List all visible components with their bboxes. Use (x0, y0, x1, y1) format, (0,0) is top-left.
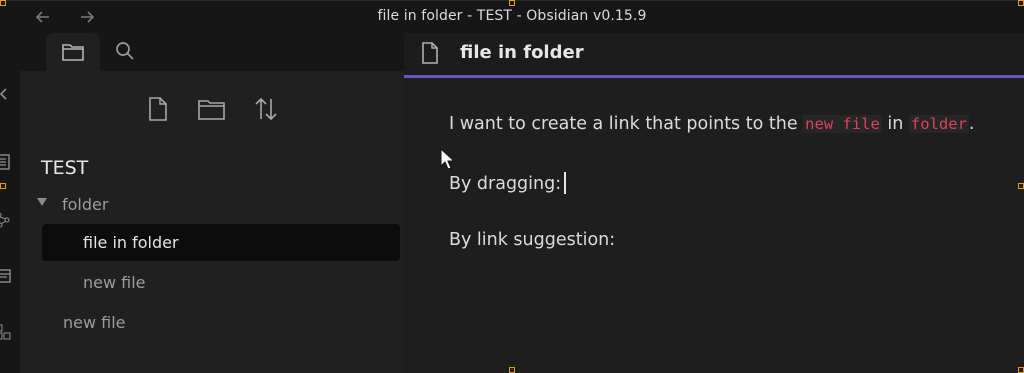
chevron-down-icon[interactable] (37, 198, 47, 206)
editor[interactable]: I want to create a link that points to t… (404, 78, 1024, 373)
file-label: new file (63, 313, 126, 332)
mouse-pointer-icon (440, 148, 456, 170)
line1-prefix: I want to create a link that points to t… (449, 114, 804, 134)
new-file-icon[interactable] (145, 95, 171, 123)
folder-icon (62, 44, 84, 61)
folder-label: folder (62, 195, 109, 214)
resize-handle (509, 0, 515, 6)
tree-file[interactable]: new file (83, 264, 383, 301)
sidebar-tab-header (20, 33, 404, 71)
collapse-left-icon[interactable] (0, 85, 12, 103)
line3-text: By link suggestion: (449, 230, 616, 250)
line1-middle: in (881, 114, 909, 134)
template-icon[interactable] (0, 267, 12, 285)
editor-tab-header: file in folder (404, 33, 1024, 78)
resize-handle (1018, 183, 1024, 189)
paragraph-line-2: By dragging: (449, 172, 567, 194)
inline-code: folder (908, 115, 969, 133)
note-title[interactable]: file in folder (460, 42, 584, 63)
file-list-icon[interactable] (0, 153, 12, 171)
search-icon[interactable] (114, 40, 136, 62)
vault-name: TEST (41, 157, 89, 179)
line2-text: By dragging: (449, 174, 562, 194)
tree-root-file[interactable]: new file (63, 304, 363, 341)
window-title: file in folder - TEST - Obsidian v0.15.9 (377, 8, 647, 24)
file-icon (420, 41, 440, 69)
paragraph-line-3: By link suggestion: (449, 230, 615, 250)
resize-handle (509, 367, 515, 373)
ribbon (0, 33, 20, 373)
file-label: file in folder (83, 233, 179, 252)
sort-icon[interactable] (253, 95, 279, 123)
resize-handle (0, 0, 6, 6)
inline-code: new file (803, 115, 882, 133)
graph-icon[interactable] (0, 211, 12, 229)
resize-handle (0, 183, 6, 189)
resize-handle (1018, 0, 1024, 6)
tree-folder[interactable]: folder (62, 186, 362, 223)
text-cursor (564, 172, 567, 194)
tab-file-explorer[interactable] (46, 33, 100, 71)
canvas-icon[interactable] (0, 323, 12, 341)
line1-suffix: . (968, 114, 975, 134)
file-explorer: TEST folder file in folder new file new … (20, 71, 404, 373)
paragraph-line-1: I want to create a link that points to t… (449, 114, 974, 134)
tree-file-active[interactable]: file in folder (42, 224, 400, 261)
new-folder-icon[interactable] (197, 95, 227, 123)
resize-handle (1018, 367, 1024, 373)
file-label: new file (83, 273, 146, 292)
